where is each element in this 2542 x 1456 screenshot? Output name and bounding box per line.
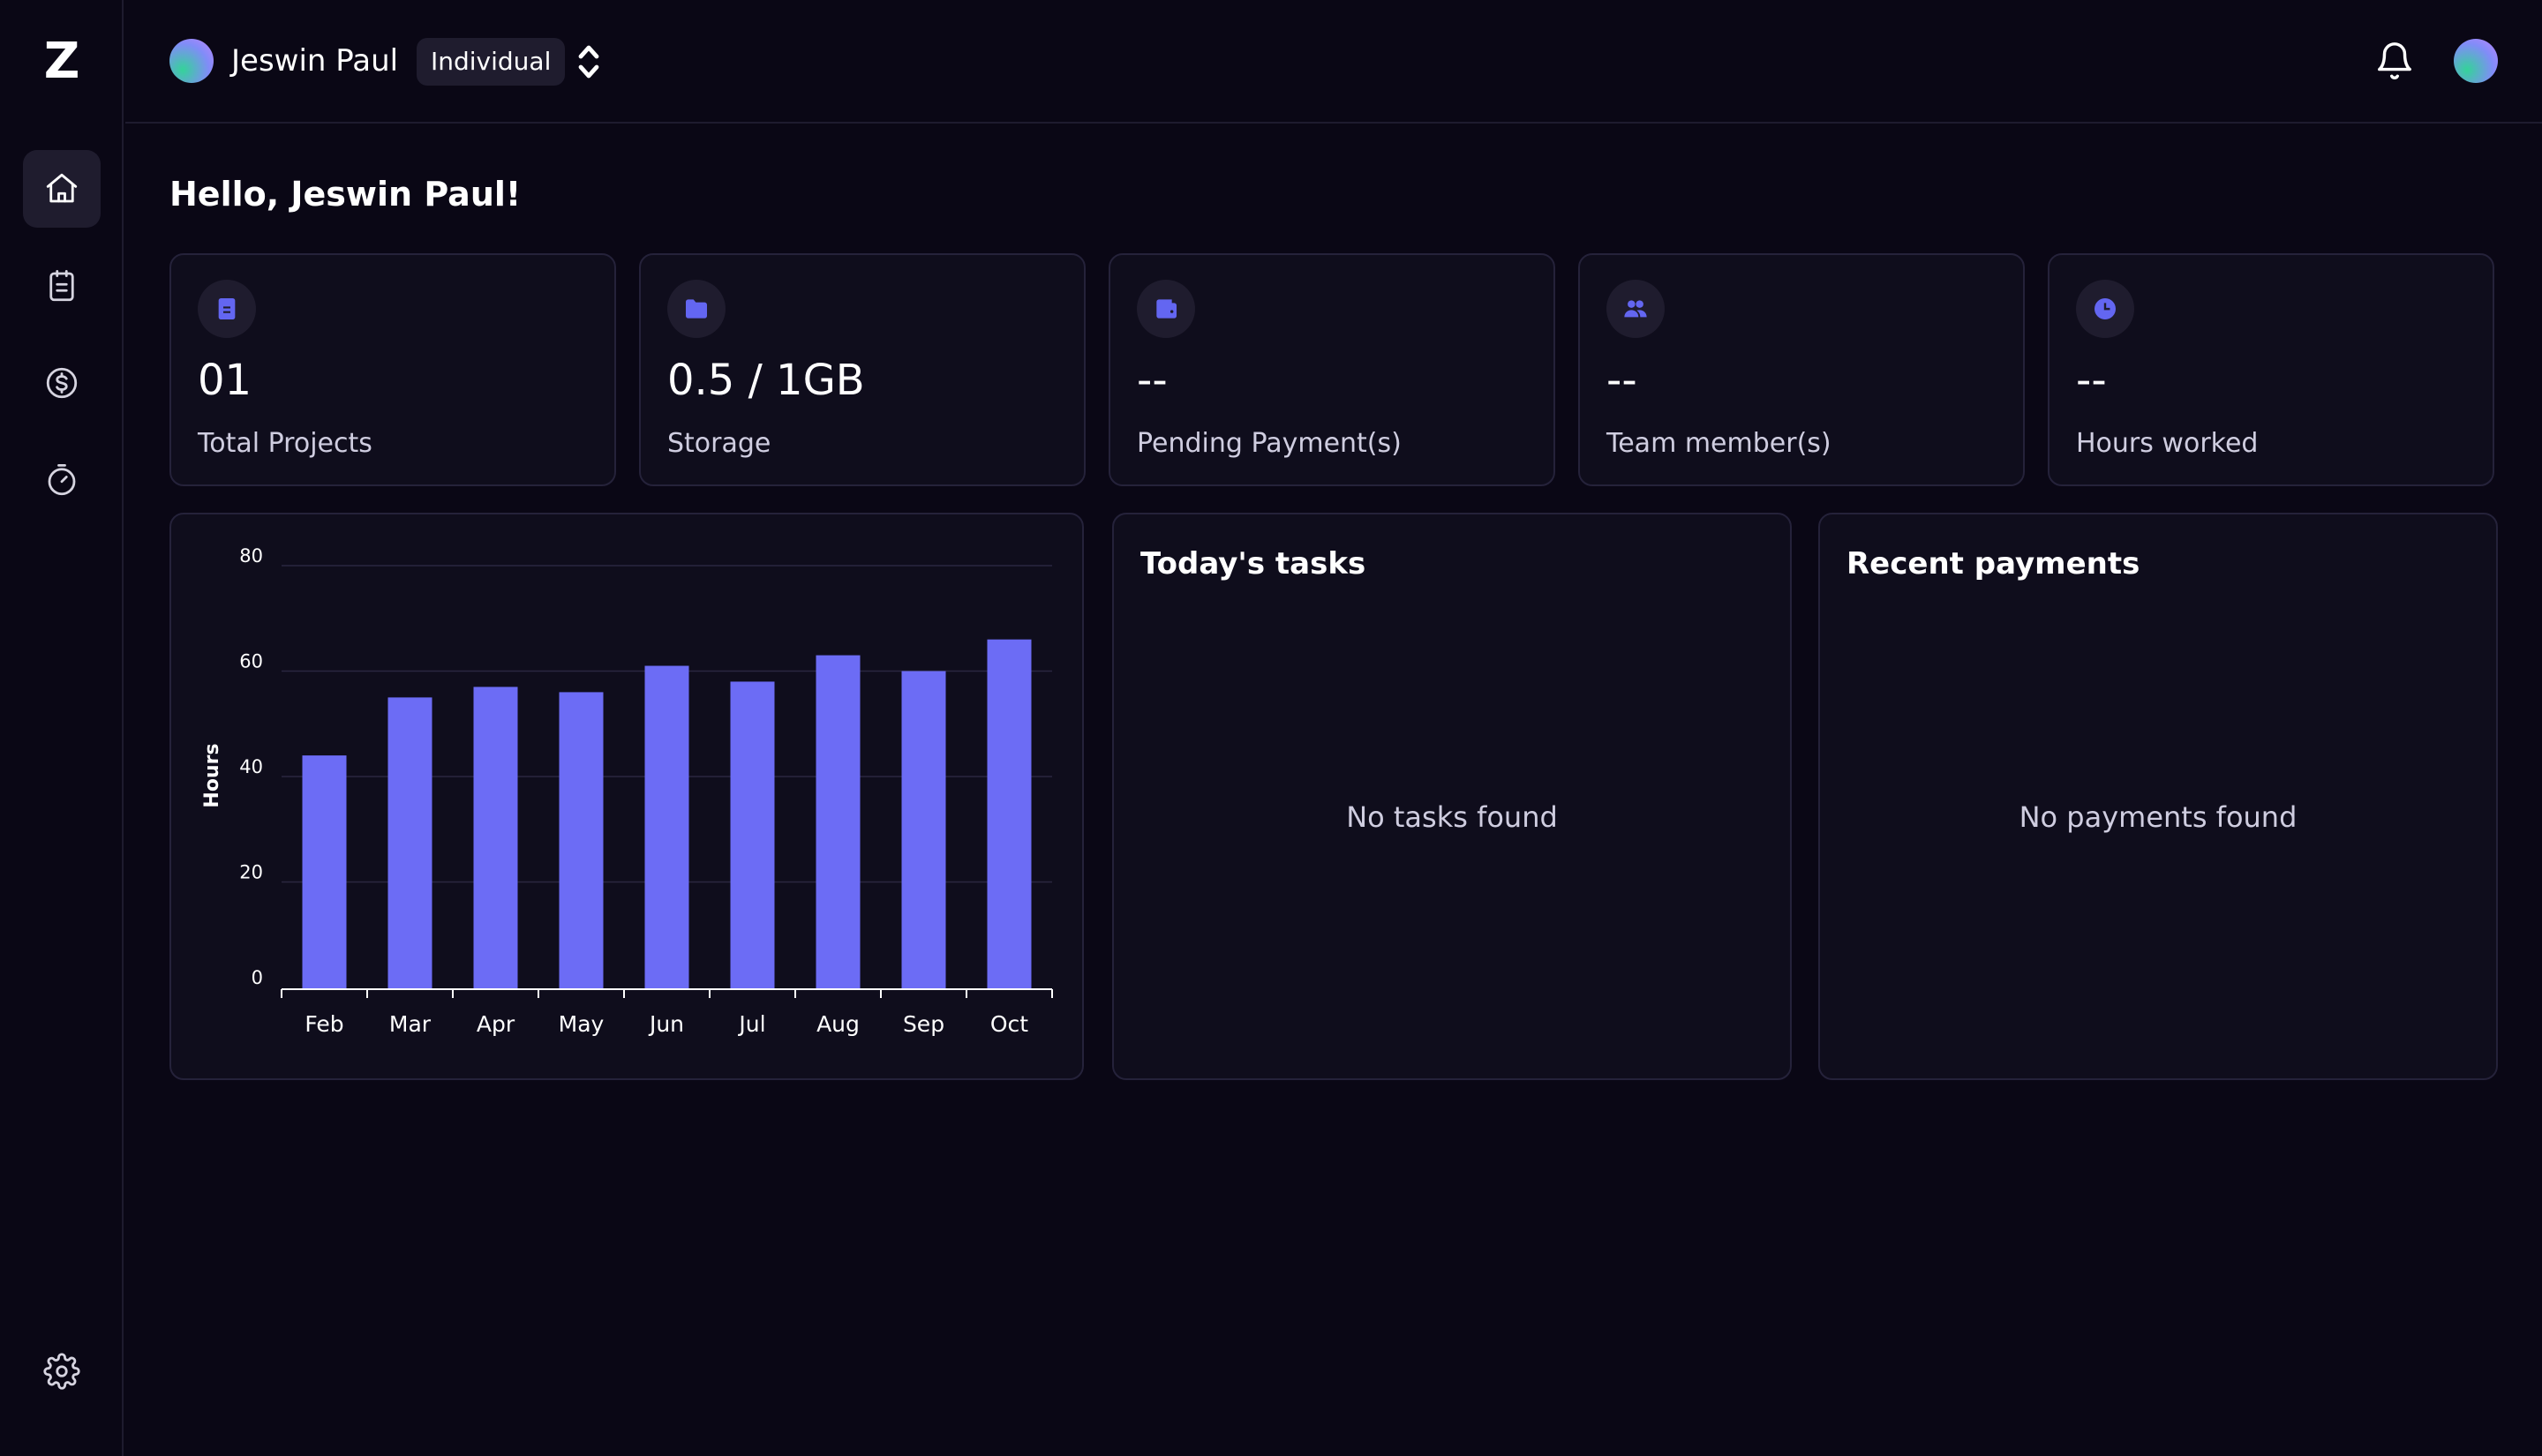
x-tick-label: Aug bbox=[816, 1011, 860, 1037]
bar-may bbox=[559, 692, 604, 989]
y-tick-label: 60 bbox=[239, 651, 263, 672]
bar-mar bbox=[387, 697, 432, 989]
users-icon bbox=[1624, 300, 1647, 318]
bar-feb bbox=[302, 755, 347, 989]
sidebar-item-home[interactable] bbox=[23, 150, 101, 228]
hours-chart-panel: 0 20 40 60 80 Feb Mar Apr May Jun Jul Aug Sep Oct Ho… bbox=[169, 513, 1084, 1080]
stat-label: Hours worked bbox=[2076, 428, 2259, 459]
stat-card-team-members: -- Team member(s) bbox=[1578, 253, 2025, 486]
stat-card-pending-payments: -- Pending Payment(s) bbox=[1109, 253, 1555, 486]
stat-value: 0.5 / 1GB bbox=[667, 356, 865, 405]
clipboard-icon bbox=[49, 269, 74, 302]
chevron-up-down-icon bbox=[578, 45, 599, 79]
stat-card-storage: 0.5 / 1GB Storage bbox=[639, 253, 1086, 486]
folder-icon bbox=[686, 299, 707, 319]
clipboard-icon bbox=[218, 298, 236, 319]
empty-state-message: No payments found bbox=[2019, 800, 2298, 834]
bar-aug bbox=[816, 655, 861, 989]
page-title: Hello, Jeswin Paul! bbox=[169, 175, 522, 214]
wallet-icon bbox=[1156, 299, 1177, 319]
bar-sep bbox=[901, 671, 946, 989]
dollar-icon bbox=[46, 367, 78, 399]
x-tick-label: Mar bbox=[389, 1011, 432, 1037]
empty-state-message: No tasks found bbox=[1346, 800, 1558, 834]
notifications-button[interactable] bbox=[2374, 41, 2415, 81]
bar-jul bbox=[730, 681, 775, 989]
clock-icon bbox=[2095, 298, 2117, 319]
stat-label: Total Projects bbox=[198, 428, 372, 459]
gear-icon bbox=[43, 1353, 80, 1390]
stat-value: -- bbox=[1606, 356, 1637, 405]
sidebar-item-settings[interactable] bbox=[23, 1332, 101, 1410]
panel-title: Today's tasks bbox=[1140, 546, 1366, 582]
x-tick-label: Sep bbox=[903, 1011, 944, 1037]
y-tick-label: 20 bbox=[239, 862, 263, 883]
x-tick-label: Apr bbox=[477, 1011, 515, 1037]
user-name: Jeswin Paul bbox=[231, 43, 399, 79]
x-tick-label: May bbox=[559, 1011, 605, 1037]
account-type-badge: Individual bbox=[417, 38, 566, 86]
bar-oct bbox=[987, 639, 1032, 989]
bar-apr bbox=[473, 687, 518, 989]
top-header: Jeswin Paul Individual bbox=[125, 0, 2542, 124]
profile-avatar-button[interactable] bbox=[2454, 39, 2498, 83]
stat-value: 01 bbox=[198, 356, 252, 405]
stat-card-hours-worked: -- Hours worked bbox=[2048, 253, 2494, 486]
recent-payments-panel: Recent payments No payments found bbox=[1818, 513, 2498, 1080]
todays-tasks-panel: Today's tasks No tasks found bbox=[1112, 513, 1792, 1080]
stat-value: -- bbox=[1137, 356, 1168, 405]
stopwatch-icon bbox=[48, 463, 76, 496]
y-tick-label: 80 bbox=[239, 545, 263, 567]
bell-icon bbox=[2378, 42, 2411, 79]
x-tick-label: Jun bbox=[648, 1011, 684, 1037]
sidebar: Z bbox=[0, 0, 124, 1456]
stat-label: Pending Payment(s) bbox=[1137, 428, 1402, 459]
panel-title: Recent payments bbox=[1846, 546, 2140, 582]
user-avatar bbox=[169, 39, 214, 83]
stat-label: Storage bbox=[667, 428, 771, 459]
account-switch-button[interactable] bbox=[575, 42, 602, 81]
x-tick-label: Feb bbox=[305, 1011, 343, 1037]
stat-card-total-projects: 01 Total Projects bbox=[169, 253, 616, 486]
x-tick-label: Oct bbox=[990, 1011, 1028, 1037]
hours-bar-chart: 0 20 40 60 80 Feb Mar Apr May Jun Jul Aug Sep Oct Ho… bbox=[201, 545, 1053, 1037]
bar-jun bbox=[644, 665, 689, 989]
app-logo[interactable]: Z bbox=[0, 34, 124, 90]
sidebar-item-payments[interactable] bbox=[23, 344, 101, 422]
y-tick-label: 40 bbox=[239, 756, 263, 777]
sidebar-item-timer[interactable] bbox=[23, 441, 101, 519]
stat-value: -- bbox=[2076, 356, 2107, 405]
x-tick-label: Jul bbox=[737, 1011, 765, 1037]
home-icon bbox=[46, 173, 78, 203]
y-axis-label: Hours bbox=[201, 743, 223, 807]
y-tick-label: 0 bbox=[252, 967, 263, 988]
sidebar-item-projects[interactable] bbox=[23, 247, 101, 325]
stat-label: Team member(s) bbox=[1606, 428, 1831, 459]
